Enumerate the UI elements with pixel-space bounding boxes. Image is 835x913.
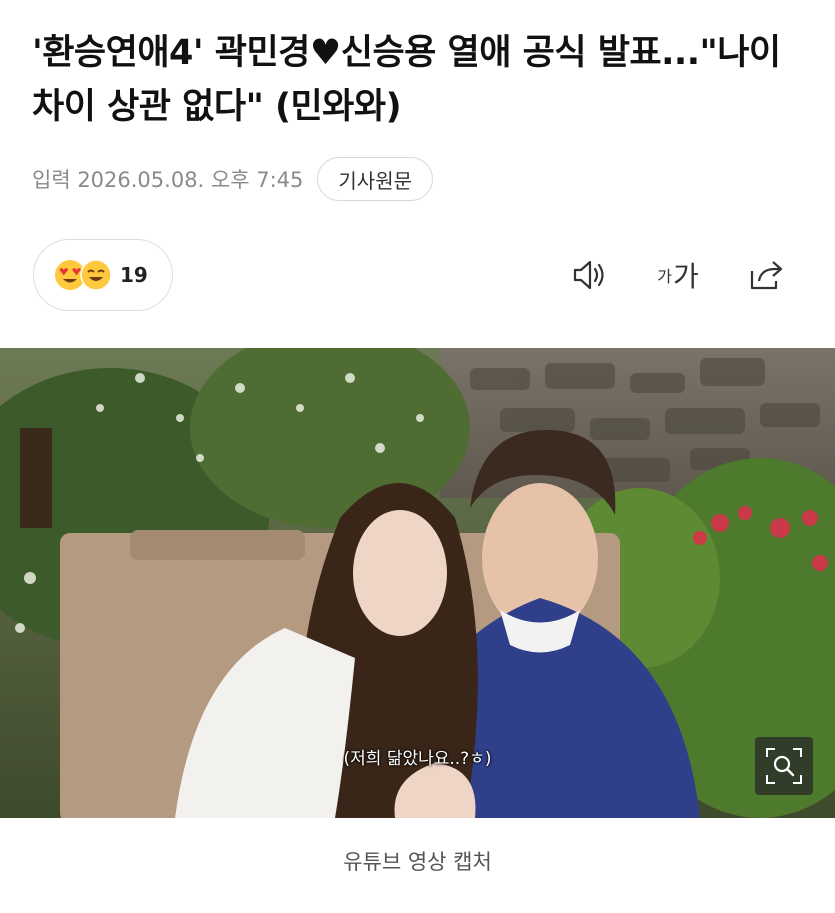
laughing-emoji-icon <box>80 259 112 291</box>
publish-date: 입력 2026.05.08. 오후 7:45 <box>32 168 304 192</box>
article-meta: 입력 2026.05.08. 오후 7:45 기사원문 <box>32 156 433 202</box>
share-icon[interactable] <box>745 254 787 296</box>
speaker-icon[interactable] <box>569 254 611 296</box>
font-size-large-label: 가 <box>672 260 699 293</box>
article-toolbar: 가가 <box>569 254 787 296</box>
original-article-button[interactable]: 기사원문 <box>317 157 433 201</box>
photo-caption: 유튜브 영상 캡처 <box>343 850 492 874</box>
video-subtitle: (저희 닮았나요..?ㅎ) <box>343 749 492 769</box>
reaction-button[interactable]: 19 <box>33 239 173 311</box>
article-headline: '환승연애4' 곽민경♥신승용 열애 공식 발표..."나이 차이 상관 없다"… <box>32 33 781 127</box>
font-size-small-label: 가 <box>657 267 672 286</box>
font-size-icon[interactable]: 가가 <box>657 254 699 296</box>
reaction-count: 19 <box>120 263 148 287</box>
zoom-icon[interactable] <box>755 737 813 795</box>
